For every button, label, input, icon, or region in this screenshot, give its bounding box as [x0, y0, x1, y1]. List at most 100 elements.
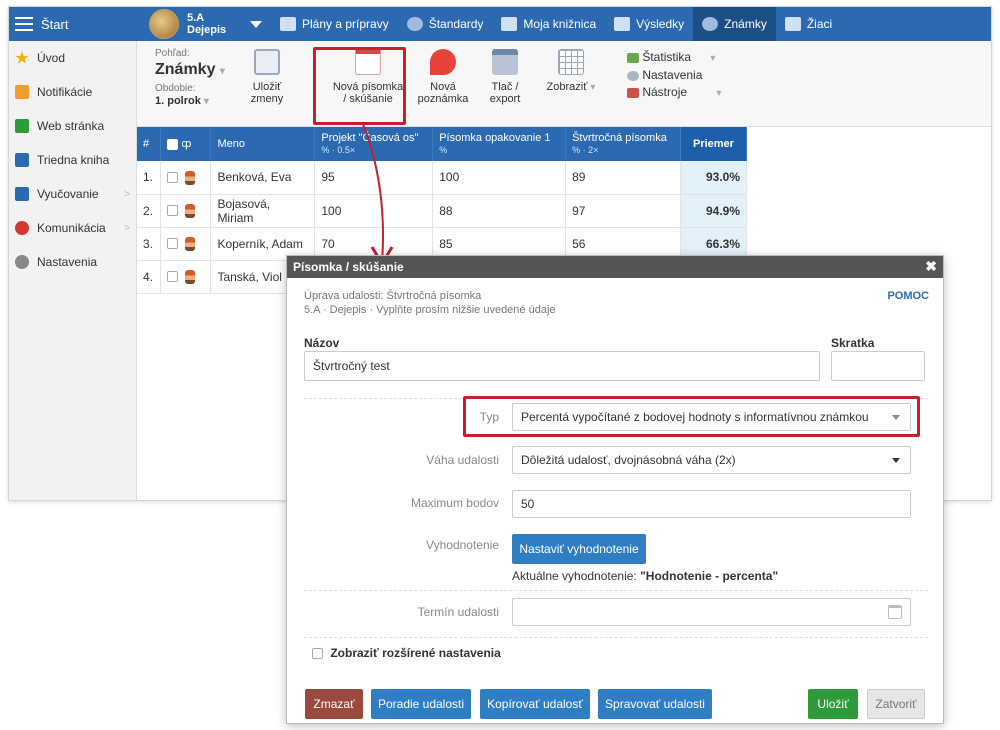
tools-menu[interactable]: Nástroje ▾	[627, 84, 721, 102]
advanced-settings-toggle[interactable]: Zobraziť rozšírené nastavenia	[312, 646, 501, 660]
button-label: Uložiť	[252, 81, 282, 93]
new-note-button[interactable]: Nová poznámka	[415, 49, 471, 105]
column-unit: % · 0.5×	[321, 145, 356, 155]
library-icon	[501, 17, 518, 31]
student-avatar-icon	[185, 170, 196, 185]
date-input[interactable]	[512, 598, 911, 626]
show-button[interactable]: Zobraziť ▾	[541, 49, 601, 94]
delete-button[interactable]: Zmazať	[305, 689, 363, 719]
nav-library[interactable]: Moja knižnica	[492, 7, 605, 41]
col-test-repeat[interactable]: Písomka opakovanie 1%	[432, 127, 567, 161]
copy-event-button[interactable]: Kopírovať udalosť	[480, 689, 590, 719]
row-number: 2.	[137, 194, 162, 228]
sidebar-item-website[interactable]: Web stránka	[9, 109, 136, 143]
col-quarterly-test[interactable]: Štvrtročná písomka% · 2×	[565, 127, 681, 161]
gender-header: ȹ	[181, 138, 192, 150]
dialog-header: Písomka / skúšanie ✖	[287, 256, 943, 278]
grade-cell[interactable]: 95	[314, 161, 434, 195]
weight-value: Dôležitá udalosť, dvojnásobná váha (2x)	[521, 453, 736, 467]
max-points-input[interactable]: 50	[512, 490, 911, 518]
chevron-right-icon: >	[124, 222, 130, 234]
column-unit: %	[439, 145, 448, 155]
sidebar-item-settings[interactable]: Nastavenia	[9, 245, 136, 279]
button-label: export	[489, 93, 521, 105]
close-button[interactable]: Zatvoriť	[867, 689, 925, 719]
start-label: Štart	[41, 16, 69, 32]
grade-cell[interactable]: 88	[432, 194, 567, 228]
column-title: Štvrtročná písomka	[572, 132, 667, 144]
abbreviation-input[interactable]	[831, 351, 925, 381]
sidebar-item-teaching[interactable]: Vyučovanie >	[9, 177, 136, 211]
pin-icon	[430, 49, 456, 75]
date-label: Termín udalosti	[417, 605, 499, 619]
set-evaluation-button[interactable]: Nastaviť vyhodnotenie	[512, 534, 646, 564]
event-order-button[interactable]: Poradie udalosti	[371, 689, 471, 719]
chevron-down-icon: ▾	[590, 82, 596, 93]
grade-cell[interactable]: 100	[314, 194, 434, 228]
type-highlight	[463, 396, 920, 437]
student-name[interactable]: Benková, Eva	[210, 161, 316, 195]
nav-grades[interactable]: Známky	[693, 7, 776, 41]
sidebar-item-intro[interactable]: Úvod	[9, 41, 136, 75]
select-all-checkbox[interactable]	[167, 138, 179, 150]
envelope-icon	[15, 85, 29, 99]
average-cell: 93.0%	[680, 161, 748, 195]
class-selector[interactable]: 5.A Dejepis	[149, 7, 263, 41]
nav-students[interactable]: Žiaci	[776, 7, 841, 41]
row-checkbox[interactable]	[167, 238, 179, 250]
grade-cell[interactable]: 97	[565, 194, 681, 228]
advanced-label: Zobraziť rozšírené nastavenia	[330, 646, 501, 660]
stats-menu[interactable]: Štatistika ▾	[627, 49, 721, 67]
save-button[interactable]: Uložiť	[808, 689, 858, 719]
period-value[interactable]: 1. polrok	[155, 95, 201, 107]
sidebar-item-classbook[interactable]: Triedna kniha	[9, 143, 136, 177]
shield-icon	[406, 17, 423, 31]
row-checkbox[interactable]	[167, 205, 179, 217]
student-name[interactable]: Bojasová, Miriam	[210, 194, 316, 228]
save-changes-button[interactable]: Uložiť zmeny	[241, 49, 293, 105]
student-avatar-icon	[185, 236, 196, 251]
menu-label: Nastavenia	[642, 68, 703, 82]
row-checkbox[interactable]	[167, 172, 179, 184]
start-menu[interactable]: Štart	[9, 7, 137, 41]
test-dialog: Písomka / skúšanie ✖ Úprava udalosti: Št…	[286, 255, 944, 724]
manage-events-button[interactable]: Spravovať udalosti	[598, 689, 712, 719]
calendar-icon[interactable]	[888, 605, 902, 619]
sidebar-item-notifications[interactable]: Notifikácie	[9, 75, 136, 109]
col-project[interactable]: Projekt "Časová os"% · 0.5×	[314, 127, 434, 161]
settings-menu[interactable]: Nastavenia	[627, 67, 721, 84]
class-code: 5.A	[187, 12, 205, 24]
col-name[interactable]: Meno	[210, 127, 316, 161]
weight-select[interactable]: Dôležitá udalosť, dvojnásobná váha (2x)	[512, 446, 911, 474]
nav-plans[interactable]: Plány a prípravy	[271, 7, 398, 41]
row-select	[160, 161, 212, 195]
row-checkbox[interactable]	[167, 271, 179, 283]
gear-icon	[15, 255, 29, 269]
row-number: 1.	[137, 161, 162, 195]
sidebar-item-communication[interactable]: Komunikácia >	[9, 211, 136, 245]
sidebar-item-label: Triedna kniha	[37, 153, 110, 167]
advanced-checkbox[interactable]	[312, 648, 323, 660]
nav-standards[interactable]: Štandardy	[398, 7, 493, 41]
nav-label: Známky	[724, 17, 767, 31]
chevron-down-icon	[250, 20, 263, 28]
close-icon[interactable]: ✖	[925, 258, 937, 275]
row-number: 3.	[137, 227, 162, 261]
print-export-button[interactable]: Tlač / export	[479, 49, 531, 105]
sidebar-item-label: Vyučovanie	[37, 187, 99, 201]
briefcase-icon	[280, 17, 296, 31]
toolbar-highlight	[313, 47, 406, 125]
nav-results[interactable]: Výsledky	[605, 7, 693, 41]
grade-cell[interactable]: 100	[432, 161, 567, 195]
printer-icon	[492, 49, 518, 75]
grade-cell[interactable]: 89	[565, 161, 681, 195]
name-input[interactable]: Štvrtročný test	[304, 351, 820, 381]
view-selector[interactable]: Pohľad: Známky ▾ Obdobie: 1. polrok ▾	[155, 47, 225, 108]
dialog-subtitle: Úprava udalosti: Štvrtročná písomka	[304, 290, 482, 302]
chevron-down-icon: ▾	[716, 88, 722, 99]
sidebar-item-label: Nastavenia	[37, 255, 98, 269]
button-label: poznámka	[417, 93, 469, 105]
abbreviation-label: Skratka	[831, 336, 875, 350]
chevron-down-icon: ▾	[710, 53, 716, 64]
help-link[interactable]: POMOC	[887, 290, 929, 302]
